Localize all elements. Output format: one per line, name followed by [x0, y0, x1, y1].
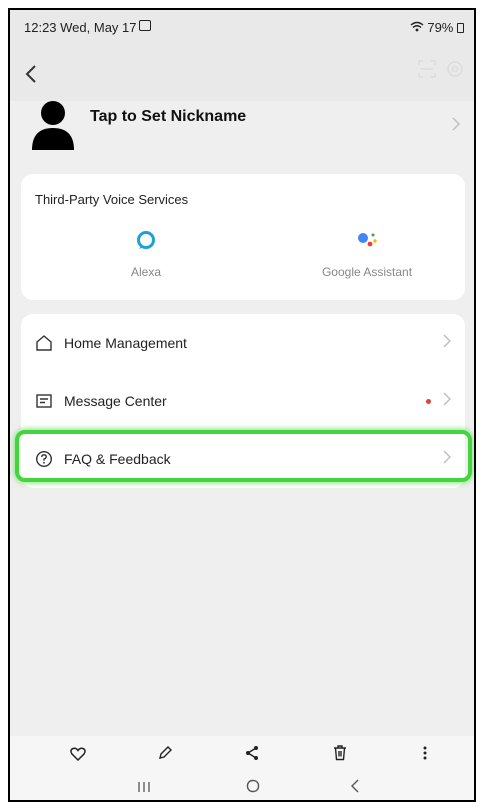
- top-bar: [10, 46, 474, 101]
- edit-button[interactable]: [151, 744, 179, 768]
- chevron-right-icon: [443, 333, 452, 353]
- menu-item-message-center[interactable]: Message Center: [21, 372, 465, 430]
- menu-item-label: Message Center: [64, 393, 167, 409]
- alexa-service[interactable]: Alexa: [66, 230, 226, 279]
- more-options-button[interactable]: [411, 744, 439, 768]
- chevron-right-icon: [452, 115, 461, 136]
- chevron-right-icon: [443, 391, 452, 411]
- back-icon: [25, 65, 36, 83]
- unread-badge: [426, 399, 431, 404]
- status-bar: 12:23 Wed, May 17 79%: [10, 10, 474, 46]
- home-circle-icon: [246, 779, 260, 793]
- message-icon: [36, 394, 52, 408]
- avatar: [30, 98, 76, 150]
- google-assistant-service[interactable]: Google Assistant: [287, 230, 447, 279]
- google-assistant-label: Google Assistant: [321, 265, 413, 279]
- profile-row[interactable]: Tap to Set Nickname: [10, 101, 474, 161]
- edit-icon: [159, 746, 172, 759]
- gallery-action-bar: [10, 736, 474, 776]
- system-back-button[interactable]: [340, 778, 370, 798]
- share-icon: [246, 746, 258, 760]
- status-right: 79%: [410, 20, 464, 35]
- alexa-label: Alexa: [130, 265, 162, 279]
- battery-level: 79%: [427, 20, 454, 35]
- more-icon: [423, 746, 427, 760]
- system-back-icon: [351, 779, 359, 793]
- voice-services-title: Third-Party Voice Services: [35, 192, 189, 207]
- battery-icon: [457, 23, 464, 33]
- system-navigation-bar: [10, 776, 474, 800]
- google-assistant-icon: [358, 233, 377, 247]
- delete-button[interactable]: [326, 744, 354, 768]
- favorite-icon: [70, 747, 86, 762]
- faq-highlight-box: [15, 430, 472, 482]
- device-frame: 12:23 Wed, May 17 79% Tap to Set Nicknam…: [8, 8, 476, 802]
- gallery-notification-icon: [139, 20, 151, 31]
- share-button[interactable]: [238, 744, 266, 768]
- home-icon: [36, 335, 52, 351]
- menu-item-home-management[interactable]: Home Management: [21, 314, 465, 372]
- alexa-icon: [137, 231, 155, 249]
- recents-button[interactable]: [129, 778, 159, 798]
- nickname-label: Tap to Set Nickname: [90, 108, 247, 125]
- home-button[interactable]: [238, 778, 268, 798]
- scan-icon[interactable]: [418, 60, 436, 84]
- status-time: 12:23 Wed, May 17: [24, 20, 137, 35]
- wifi-icon: [410, 20, 428, 35]
- recents-icon: [138, 782, 150, 792]
- menu-item-label: Home Management: [64, 335, 187, 351]
- delete-icon: [334, 745, 346, 761]
- voice-services-card: Third-Party Voice Services Alexa Google …: [21, 174, 465, 300]
- favorite-button[interactable]: [64, 744, 92, 768]
- settings-icon[interactable]: [446, 60, 464, 84]
- back-button[interactable]: [24, 58, 54, 88]
